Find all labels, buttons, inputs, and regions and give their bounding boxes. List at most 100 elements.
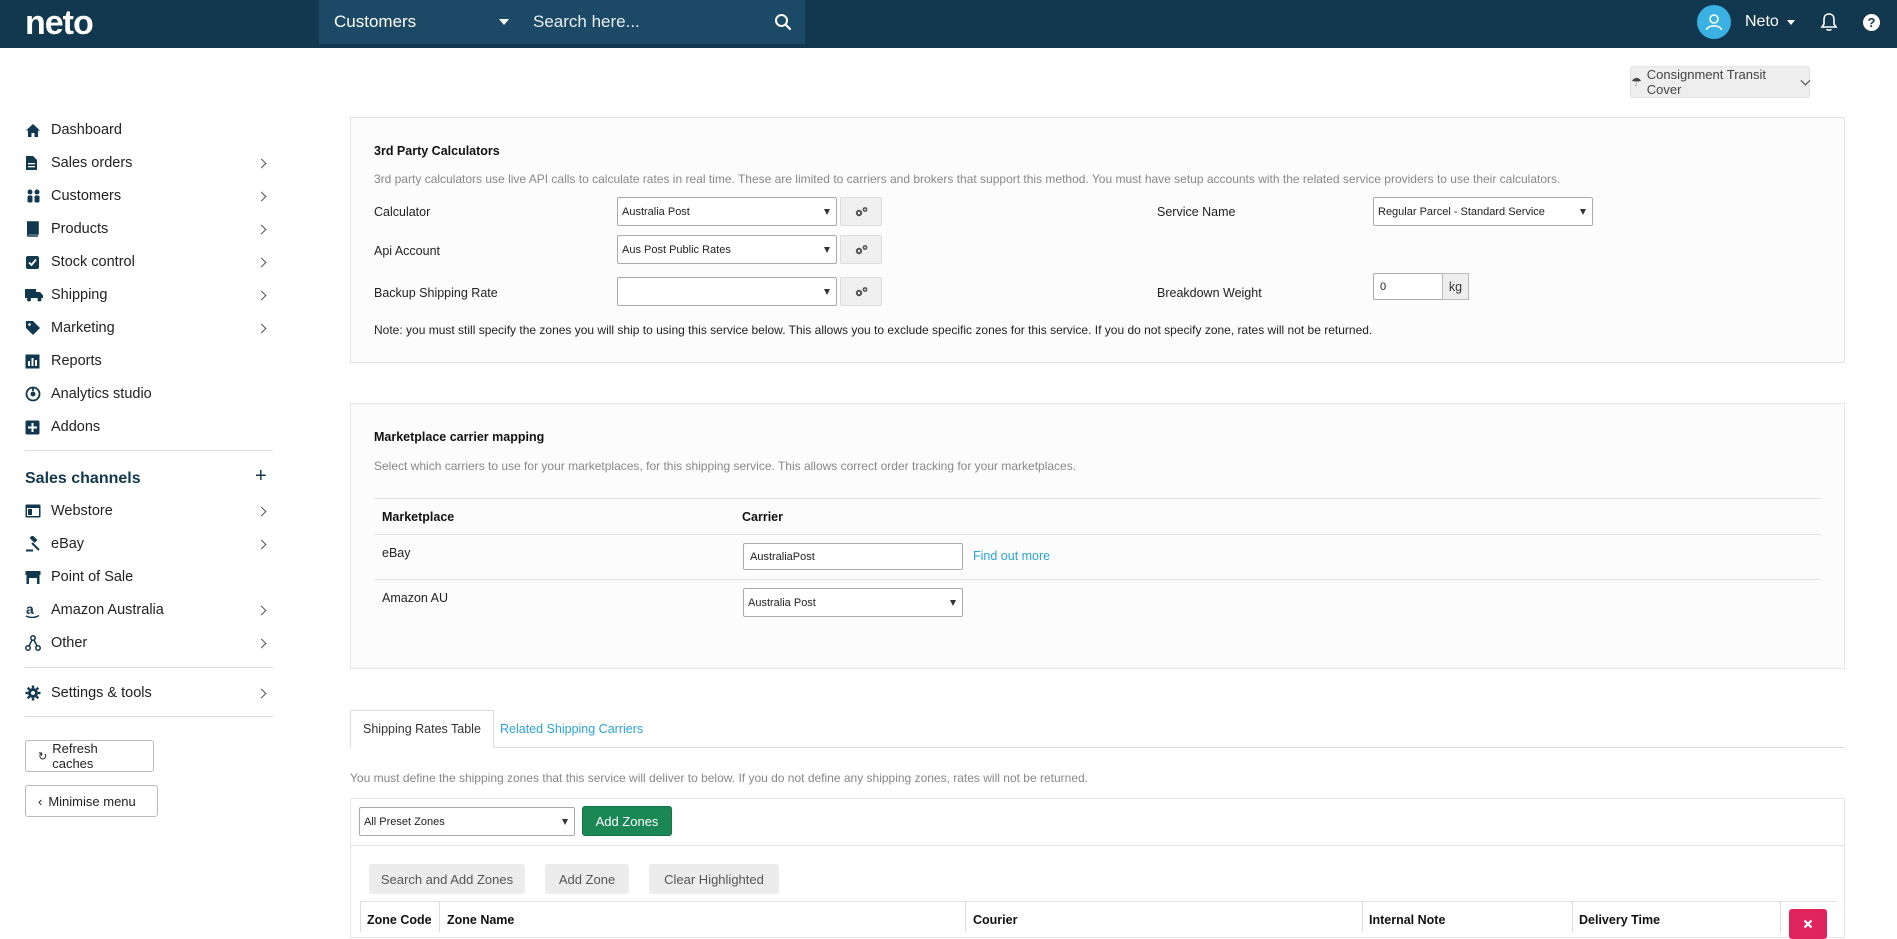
document-icon [26, 156, 37, 170]
zone-table-col-border [1780, 901, 1781, 932]
tab-shipping-rates-table[interactable]: Shipping Rates Table [350, 710, 494, 748]
caret-down-icon [1580, 209, 1586, 215]
calculator-value: Australia Post [622, 205, 690, 218]
help-icon[interactable]: ? [1863, 14, 1880, 31]
sidebar-item-products[interactable]: Products [25, 214, 275, 244]
breakdown-weight-label: Breakdown Weight [1157, 286, 1262, 300]
service-name-value: Regular Parcel - Standard Service [1378, 205, 1545, 218]
preset-zones-select[interactable]: All Preset Zones [359, 807, 575, 836]
search-icon [775, 14, 792, 31]
user-chevron-down-icon[interactable] [1787, 20, 1795, 25]
zone-code-header: Zone Code [367, 913, 432, 927]
caret-down-icon [562, 819, 568, 825]
user-avatar[interactable] [1697, 5, 1731, 39]
service-name-select[interactable]: Regular Parcel - Standard Service [1373, 197, 1593, 226]
sidebar-item-ebay[interactable]: eBay [25, 529, 275, 559]
sidebar-item-stock-control[interactable]: Stock control [25, 247, 275, 277]
bar-chart-icon [25, 354, 40, 368]
chevron-right-icon [258, 686, 265, 697]
chevron-right-icon [258, 603, 265, 614]
sidebar-item-other[interactable]: Other [25, 628, 275, 658]
backup-rate-settings-button[interactable] [840, 277, 882, 306]
refresh-caches-button[interactable]: ↻ Refresh caches [25, 740, 154, 772]
chevron-right-icon [258, 156, 265, 167]
find-out-more-link[interactable]: Find out more [973, 549, 1050, 563]
sidebar-item-label: Addons [51, 419, 101, 435]
sidebar-item-marketing[interactable]: Marketing [25, 313, 275, 343]
umbrella-icon: ☂ [1631, 75, 1642, 89]
sidebar-item-settings-tools[interactable]: Settings & tools [25, 678, 275, 708]
caret-down-icon [824, 247, 830, 253]
search-and-add-zones-button[interactable]: Search and Add Zones [369, 864, 525, 894]
calculator-select[interactable]: Australia Post [617, 197, 837, 226]
courier-header: Courier [973, 913, 1018, 927]
user-menu[interactable]: Neto [1745, 13, 1779, 31]
refresh-caches-label: Refresh caches [52, 741, 98, 771]
zone-table-col-border [1572, 901, 1573, 932]
sidebar-item-label: Dashboard [51, 122, 122, 138]
zone-name-header: Zone Name [447, 913, 515, 927]
clear-highlighted-button[interactable]: Clear Highlighted [649, 864, 779, 894]
amazon-carrier-select[interactable]: Australia Post [743, 588, 963, 617]
table-divider [374, 579, 1821, 580]
table-divider [374, 534, 1821, 535]
sidebar-item-addons[interactable]: Addons [25, 412, 275, 442]
sidebar-item-shipping[interactable]: Shipping [25, 280, 275, 310]
sidebar-item-dashboard[interactable]: Dashboard [25, 115, 275, 145]
top-navbar: neto Customers Neto ? [0, 0, 1897, 48]
bell-icon [1820, 13, 1838, 31]
plus-square-icon [25, 420, 40, 434]
truck-icon [25, 289, 43, 302]
sidebar-item-label: eBay [51, 536, 85, 552]
api-account-select[interactable]: Aus Post Public Rates [617, 235, 837, 264]
add-channel-plus-icon[interactable]: + [255, 465, 267, 488]
sidebar-item-point-of-sale[interactable]: Point of Sale [25, 562, 275, 592]
marketplace-carrier-mapping-panel [350, 403, 1845, 669]
gavel-icon [26, 536, 40, 552]
sidebar-item-label: Reports [51, 353, 102, 369]
api-account-settings-button[interactable] [840, 235, 882, 264]
add-zone-button[interactable]: Add Zone [545, 864, 629, 894]
checkbox-icon [26, 255, 39, 269]
search-scope-select[interactable]: Customers [319, 0, 523, 44]
calculator-label: Calculator [374, 205, 431, 219]
sidebar-item-label: Customers [51, 188, 122, 204]
sidebar-item-amazon-australia[interactable]: a Amazon Australia [25, 595, 275, 625]
delete-all-zones-button[interactable] [1789, 909, 1827, 939]
sidebar-item-label: Sales orders [51, 155, 133, 171]
weight-unit-addon: kg [1442, 273, 1469, 300]
sidebar-item-reports[interactable]: Reports [25, 346, 275, 376]
chevron-right-icon [258, 288, 265, 299]
service-name-label: Service Name [1157, 205, 1236, 219]
sidebar-item-label: Analytics studio [51, 386, 152, 402]
minimise-menu-button[interactable]: ‹ Minimise menu [25, 785, 158, 817]
share-icon [25, 635, 41, 651]
caret-down-icon [824, 209, 830, 215]
search-button[interactable] [761, 0, 805, 44]
users-icon [27, 189, 40, 203]
neto-logo[interactable]: neto [25, 4, 94, 43]
calculator-settings-button[interactable] [840, 197, 882, 226]
add-zones-button[interactable]: Add Zones [582, 806, 672, 836]
sidebar-item-analytics-studio[interactable]: Analytics studio [25, 379, 275, 409]
backup-shipping-rate-select[interactable] [617, 277, 837, 306]
search-input[interactable] [523, 0, 761, 44]
calculators-note: Note: you must still specify the zones y… [374, 323, 1373, 337]
gear-icon [25, 685, 41, 701]
marketplace-mapping-description: Select which carriers to use for your ma… [374, 459, 1077, 473]
zone-table-col-border [360, 901, 361, 932]
marketplace-cell-ebay: eBay [382, 546, 411, 560]
chevron-right-icon [258, 504, 265, 515]
ebay-carrier-value: AustraliaPost [750, 550, 815, 563]
sidebar-item-sales-orders[interactable]: Sales orders [25, 148, 275, 178]
sidebar-divider [25, 450, 273, 451]
ebay-carrier-input[interactable]: AustraliaPost [743, 543, 963, 570]
zone-table-top-border [360, 901, 1837, 902]
breakdown-weight-input[interactable]: 0 [1373, 273, 1443, 300]
zone-table-col-border [439, 901, 440, 932]
notifications-button[interactable] [1820, 12, 1838, 37]
sidebar-item-webstore[interactable]: Webstore [25, 496, 275, 526]
tab-related-shipping-carriers[interactable]: Related Shipping Carriers [488, 710, 655, 748]
sidebar-item-customers[interactable]: Customers [25, 181, 275, 211]
consignment-transit-cover-dropdown[interactable]: ☂ Consignment Transit Cover [1630, 66, 1811, 98]
